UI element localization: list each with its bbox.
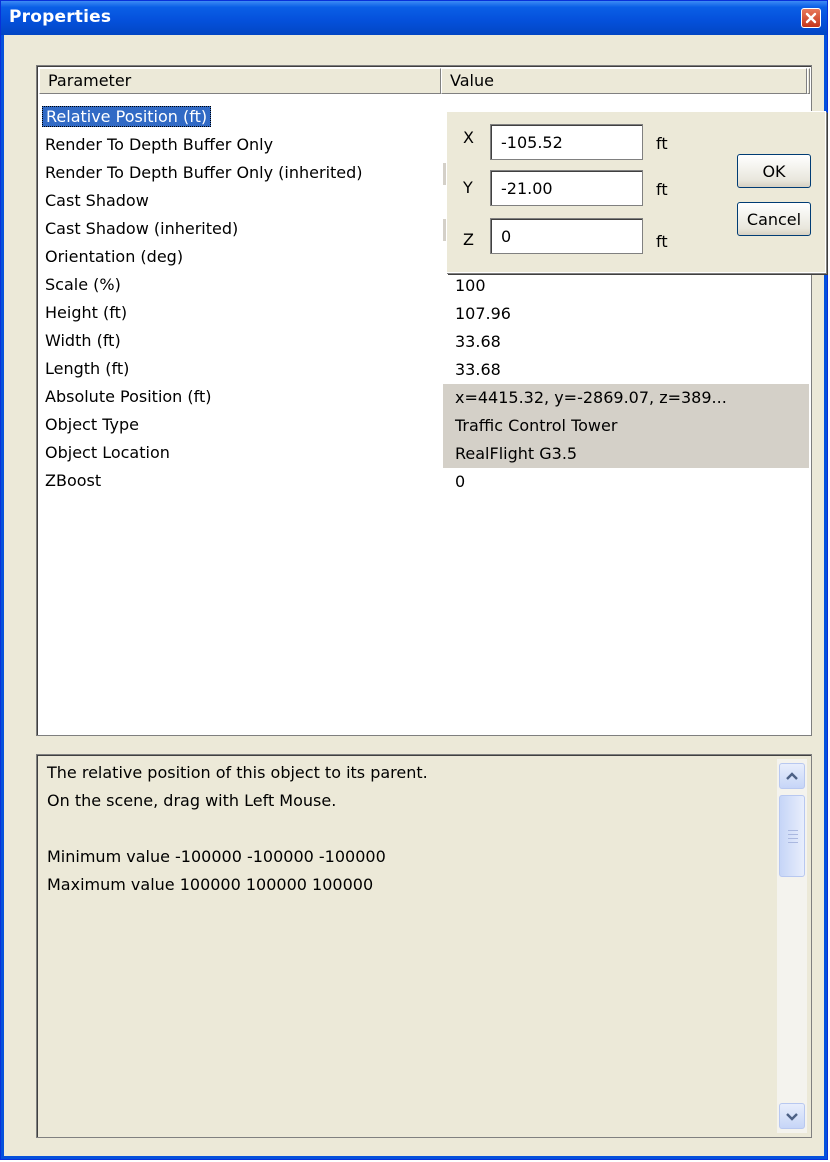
value-cell-readonly: RealFlight G3.5 xyxy=(443,440,809,468)
y-label: Y xyxy=(463,178,473,197)
description-pane: The relative position of this object to … xyxy=(36,754,812,1138)
grip-line xyxy=(788,830,798,831)
param-label: Render To Depth Buffer Only (inherited) xyxy=(45,163,363,182)
description-line: Maximum value 100000 100000 100000 xyxy=(47,875,374,894)
cancel-button[interactable]: Cancel xyxy=(737,202,811,236)
y-field[interactable] xyxy=(490,170,643,206)
description-line: On the scene, drag with Left Mouse. xyxy=(47,791,337,810)
close-button[interactable] xyxy=(801,8,821,28)
grip-line xyxy=(788,834,798,835)
param-label: Object Location xyxy=(45,443,170,462)
chevron-up-icon xyxy=(786,772,798,780)
column-header-filler xyxy=(807,68,810,94)
param-label: Orientation (deg) xyxy=(45,247,184,266)
close-icon xyxy=(805,12,817,24)
frame-bottom xyxy=(1,1156,827,1159)
column-header-value[interactable]: Value xyxy=(441,68,807,94)
param-label: Height (ft) xyxy=(45,303,128,322)
param-label: Scale (%) xyxy=(45,275,121,294)
value-cell[interactable]: 33.68 xyxy=(443,356,809,384)
z-field[interactable] xyxy=(490,218,643,254)
value-cell-readonly: Traffic Control Tower xyxy=(443,412,809,440)
ok-button[interactable]: OK xyxy=(737,154,811,188)
position-editor-popup: X ft Y ft Z ft OK Cancel xyxy=(446,111,826,273)
value-cell-readonly: x=4415.32, y=-2869.07, z=389... xyxy=(443,384,809,412)
param-label: Absolute Position (ft) xyxy=(45,387,212,406)
z-unit: ft xyxy=(656,232,668,251)
description-line: Minimum value -100000 -100000 -100000 xyxy=(47,847,386,866)
value-cell[interactable]: 33.68 xyxy=(443,328,809,356)
x-unit: ft xyxy=(656,134,668,153)
properties-window: Properties Parameter Value Relative Posi… xyxy=(0,0,828,1160)
scroll-up-button[interactable] xyxy=(779,763,805,789)
title-bar[interactable]: Properties xyxy=(1,1,827,35)
column-header-parameter[interactable]: Parameter xyxy=(39,68,441,94)
grid-row-height[interactable]: Height (ft) 107.96 xyxy=(39,300,809,328)
grip-line xyxy=(788,838,798,839)
value-cell[interactable]: 100 xyxy=(443,272,809,300)
grip-line xyxy=(788,842,798,843)
value-cell[interactable]: 107.96 xyxy=(443,300,809,328)
z-label: Z xyxy=(463,230,474,249)
value-cell[interactable]: 0 xyxy=(443,468,809,496)
grid-row-absolute-position[interactable]: Absolute Position (ft) x=4415.32, y=-286… xyxy=(39,384,809,412)
param-label: Object Type xyxy=(45,415,139,434)
frame-left xyxy=(1,35,4,1158)
window-title: Properties xyxy=(9,7,112,27)
grid-row-zboost[interactable]: ZBoost 0 xyxy=(39,468,809,496)
param-label: Cast Shadow (inherited) xyxy=(45,219,239,238)
scroll-thumb[interactable] xyxy=(779,795,805,877)
param-label: Render To Depth Buffer Only xyxy=(45,135,274,154)
param-label: Relative Position (ft) xyxy=(42,106,212,127)
x-field[interactable] xyxy=(490,124,643,160)
scroll-down-button[interactable] xyxy=(779,1103,805,1129)
grid-row-scale[interactable]: Scale (%) 100 xyxy=(39,272,809,300)
param-label: Length (ft) xyxy=(45,359,130,378)
description-line: The relative position of this object to … xyxy=(47,763,428,782)
param-label: ZBoost xyxy=(45,471,102,490)
grid-row-length[interactable]: Length (ft) 33.68 xyxy=(39,356,809,384)
param-label: Cast Shadow xyxy=(45,191,149,210)
grid-row-width[interactable]: Width (ft) 33.68 xyxy=(39,328,809,356)
description-scrollbar[interactable] xyxy=(777,759,807,1133)
chevron-down-icon xyxy=(786,1113,798,1121)
param-label: Width (ft) xyxy=(45,331,121,350)
grid-row-object-type[interactable]: Object Type Traffic Control Tower xyxy=(39,412,809,440)
x-label: X xyxy=(463,128,474,147)
y-unit: ft xyxy=(656,180,668,199)
grid-row-object-location[interactable]: Object Location RealFlight G3.5 xyxy=(39,440,809,468)
